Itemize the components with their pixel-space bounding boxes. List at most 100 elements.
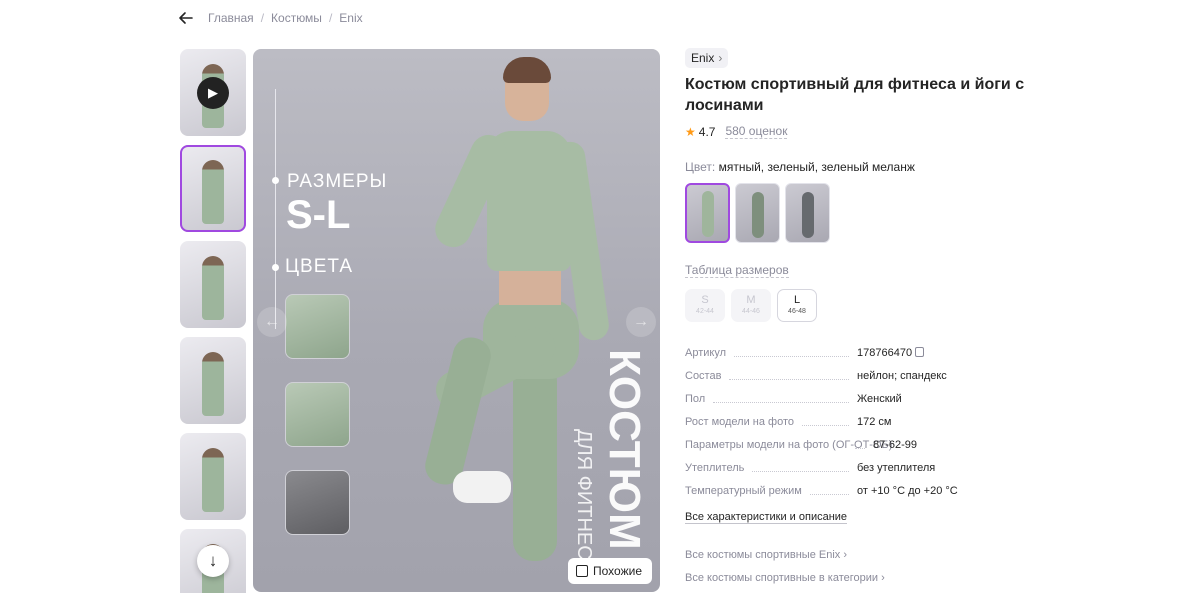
color-line: Цвет: мятный, зеленый, зеленый меланж — [685, 160, 1025, 174]
hero-vertical-subtitle: ДЛЯ ФИТНЕС — [573, 429, 595, 560]
thumbnail-image — [202, 160, 224, 224]
spec-value: от +10 °C до +20 °C — [857, 485, 958, 497]
spec-key: Температурный режим — [685, 485, 802, 497]
main-product-image[interactable]: РАЗМЕРЫ S-L ЦВЕТА КОСТЮМ ДЛЯ ФИТНЕС ← → … — [253, 49, 660, 592]
color-options — [685, 183, 1025, 243]
spec-value: 87-62-99 — [873, 439, 918, 451]
product-page: Главная / Костюмы / Enix ▶ ↓ РАЗМЕРЫ S-L… — [0, 0, 1180, 600]
spec-key: Пол — [685, 393, 706, 405]
thumbnail-image — [202, 352, 224, 416]
color-value: мятный, зеленый, зеленый меланж — [718, 160, 915, 174]
scroll-down-icon[interactable]: ↓ — [197, 545, 229, 577]
prev-image-arrow-icon[interactable]: ← — [257, 307, 287, 337]
spec-row: Параметры модели на фото (ОГ-ОТ-ОБ) 87-6… — [685, 438, 985, 452]
article-number: 178766470 — [857, 347, 913, 359]
play-icon[interactable]: ▶ — [197, 77, 229, 109]
color-option-image — [751, 192, 764, 238]
thumbnail-selected[interactable] — [180, 145, 246, 232]
thumbnail[interactable] — [180, 433, 246, 520]
spec-value: Женский — [857, 393, 902, 405]
size-label: L — [793, 294, 801, 306]
hero-color-sample — [285, 470, 350, 535]
size-range: 44-46 — [742, 308, 760, 315]
color-option-image — [801, 192, 814, 238]
chevron-right-icon: › — [718, 51, 723, 65]
spec-dots — [752, 471, 849, 472]
size-range: 42-44 — [696, 308, 714, 315]
size-option-m[interactable]: M 44-46 — [731, 289, 771, 322]
breadcrumb-separator: / — [260, 11, 265, 25]
product-title: Костюм спортивный для фитнеса и йоги с л… — [685, 76, 1025, 114]
star-icon: ★ — [685, 124, 696, 139]
spec-key: Параметры модели на фото (ОГ-ОТ-ОБ) — [685, 439, 893, 451]
size-label: S — [701, 294, 709, 306]
color-option-green[interactable] — [735, 183, 780, 243]
spec-row: Рост модели на фото 172 см — [685, 415, 985, 429]
spec-row: Пол Женский — [685, 392, 985, 406]
thumbnail-video[interactable]: ▶ — [180, 49, 246, 136]
spec-row: Температурный режим от +10 °C до +20 °C — [685, 484, 985, 498]
breadcrumb-brand[interactable]: Enix — [339, 11, 362, 25]
similar-search-icon — [576, 565, 589, 577]
breadcrumb: Главная / Костюмы / Enix — [178, 10, 363, 26]
rating-row: ★ 4.7 580 оценок — [685, 124, 1025, 139]
chevron-right-icon: › — [881, 572, 885, 584]
decorative-line — [275, 89, 276, 329]
breadcrumb-separator: / — [328, 11, 333, 25]
hero-sizes-value: S-L — [286, 193, 351, 237]
brand-link[interactable]: Enix › — [685, 48, 729, 68]
spec-row: Состав нейлон; спандекс — [685, 369, 985, 383]
hero-color-sample — [285, 294, 350, 359]
spec-value: 172 см — [857, 416, 892, 428]
hero-vertical-title: КОСТЮМ — [600, 349, 649, 550]
thumbnail-image — [202, 256, 224, 320]
all-category-suits-link[interactable]: Все костюмы спортивные в категории › — [685, 572, 1025, 584]
next-image-arrow-icon[interactable]: → — [626, 307, 656, 337]
spec-dots — [809, 494, 849, 495]
spec-key: Рост модели на фото — [685, 416, 795, 428]
color-option-image — [701, 191, 714, 237]
size-range: 46-48 — [788, 308, 806, 315]
back-arrow-icon[interactable] — [178, 10, 194, 26]
product-info: Enix › Костюм спортивный для фитнеса и й… — [685, 48, 1025, 595]
color-option-green-melange[interactable] — [785, 183, 830, 243]
spec-key: Состав — [685, 370, 722, 382]
all-brand-suits-link[interactable]: Все костюмы спортивные Enix › — [685, 549, 1025, 561]
hero-colors-label: ЦВЕТА — [285, 256, 354, 277]
thumbnail-image — [202, 448, 224, 512]
size-options: S 42-44 M 44-46 L 46-48 — [685, 289, 1025, 322]
decorative-dot — [272, 177, 279, 184]
size-option-l[interactable]: L 46-48 — [777, 289, 817, 322]
spec-dots — [855, 448, 865, 449]
related-links: Все костюмы спортивные Enix › Все костюм… — [685, 549, 1025, 584]
size-table-link[interactable]: Таблица размеров — [685, 263, 789, 278]
link-label: Все костюмы спортивные в категории — [685, 572, 879, 584]
size-label: M — [746, 294, 756, 306]
brand-name: Enix — [691, 51, 715, 65]
thumbnail-strip: ▶ ↓ — [180, 49, 247, 593]
spec-dots — [802, 425, 849, 426]
hero-color-sample — [285, 382, 350, 447]
size-option-s[interactable]: S 42-44 — [685, 289, 725, 322]
breadcrumb-category[interactable]: Костюмы — [271, 11, 322, 25]
spec-dots — [713, 402, 849, 403]
hero-sizes-label: РАЗМЕРЫ — [287, 171, 388, 192]
link-label: Все костюмы спортивные Enix — [685, 549, 841, 561]
rating-value: 4.7 — [698, 124, 716, 139]
color-option-mint[interactable] — [685, 183, 730, 243]
breadcrumb-home[interactable]: Главная — [208, 11, 254, 25]
color-key: Цвет: — [685, 160, 716, 174]
thumbnail[interactable]: ↓ — [180, 529, 246, 593]
thumbnail[interactable] — [180, 241, 246, 328]
similar-button[interactable]: Похожие — [568, 558, 652, 584]
similar-label: Похожие — [593, 564, 642, 578]
thumbnail[interactable] — [180, 337, 246, 424]
copy-icon[interactable] — [915, 347, 925, 357]
spec-key: Утеплитель — [685, 462, 745, 474]
all-specs-link[interactable]: Все характеристики и описание — [685, 511, 848, 524]
spec-dots — [734, 356, 849, 357]
reviews-link[interactable]: 580 оценок — [725, 124, 788, 139]
spec-row: Артикул 178766470 — [685, 346, 985, 360]
spec-row: Утеплитель без утеплителя — [685, 461, 985, 475]
spec-value: без утеплителя — [857, 462, 936, 474]
